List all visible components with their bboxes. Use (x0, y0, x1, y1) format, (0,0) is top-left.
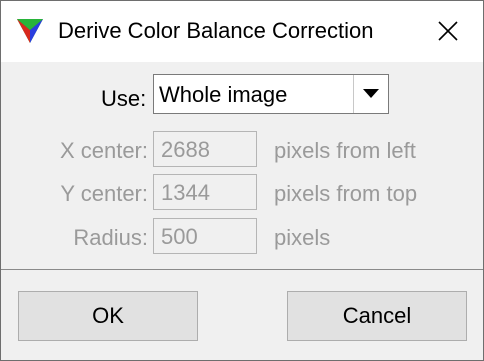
dropdown-arrow-icon (363, 89, 379, 98)
radius-field[interactable]: 500 (153, 218, 257, 254)
x-center-value: 2688 (161, 137, 210, 162)
y-center-field[interactable]: 1344 (153, 174, 257, 210)
rgb-triangle-icon (17, 19, 43, 43)
use-select-dropdown-button[interactable] (353, 75, 388, 113)
y-center-unit: pixels from top (274, 181, 418, 206)
x-center-field[interactable]: 2688 (153, 131, 257, 167)
dialog-content: Use: Whole image X center: 2688 pixels f… (1, 62, 483, 269)
x-center-unit: pixels from left (274, 138, 416, 163)
window-title: Derive Color Balance Correction (58, 18, 374, 43)
close-icon (438, 21, 458, 41)
radius-label: Radius: (73, 225, 148, 250)
ok-button[interactable]: OK (18, 291, 198, 341)
radius-unit: pixels (274, 225, 331, 250)
y-center-label: Y center: (60, 181, 148, 206)
cancel-button[interactable]: Cancel (287, 291, 467, 341)
use-label: Use: (101, 86, 147, 111)
dialog-window: Derive Color Balance Correction Use: Who… (0, 0, 484, 361)
use-select[interactable]: Whole image (153, 74, 389, 114)
y-center-value: 1344 (161, 180, 210, 205)
radius-value: 500 (161, 224, 198, 249)
close-button[interactable] (429, 13, 467, 49)
title-bar: Derive Color Balance Correction (1, 1, 483, 62)
dialog-footer: OK Cancel (1, 270, 483, 360)
x-center-label: X center: (59, 138, 148, 163)
use-select-value: Whole image (159, 82, 288, 107)
